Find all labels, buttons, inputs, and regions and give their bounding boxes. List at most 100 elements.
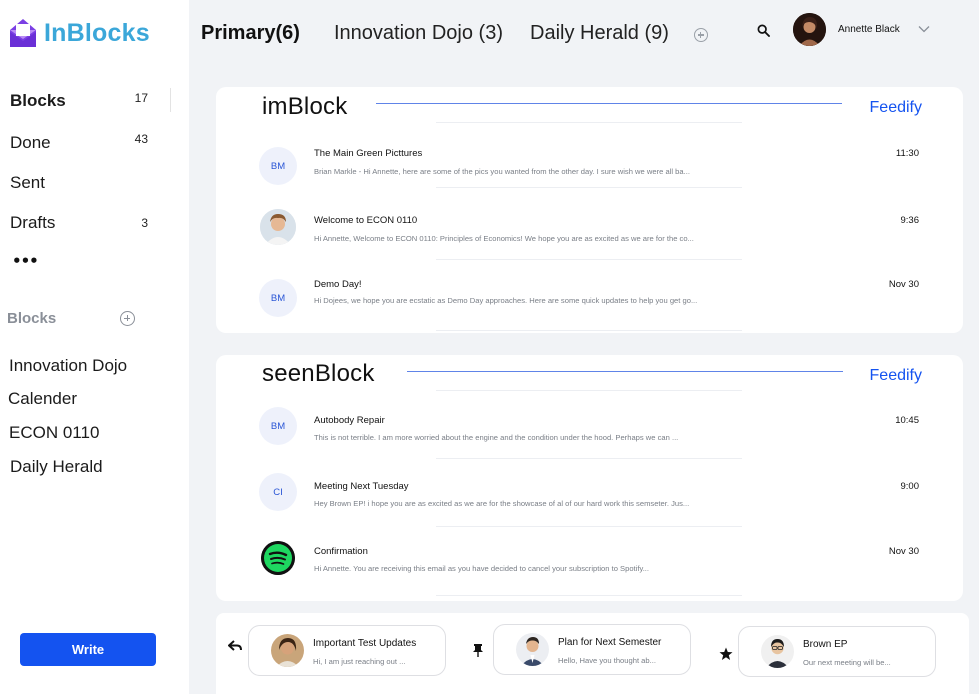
block-card-imblock: imBlock Feedify BM The Main Green Picttu… [216,87,963,333]
tab-daily-herald[interactable]: Daily Herald (9) [530,22,669,45]
sender-avatar: BM [259,407,297,445]
sender-avatar: CI [259,473,297,511]
email-subject: Autobody Repair [314,415,385,426]
email-time: Nov 30 [888,546,919,557]
nav-label: Done [10,133,51,152]
block-link-innovation-dojo[interactable]: Innovation Dojo [9,356,127,376]
row-separator [436,259,742,260]
block-link-econ[interactable]: ECON 0110 [9,423,99,443]
man-portrait-icon [761,635,794,668]
block-title: imBlock [262,93,348,120]
email-preview: Brian Markle - Hi Annette, here are some… [314,167,690,176]
pinned-avatar [761,635,794,668]
email-preview: Hey Brown EP! i hope you are as excited … [314,499,690,508]
more-menu-button[interactable]: ••• [12,252,39,270]
row-separator [436,330,742,331]
tab-innovation-dojo[interactable]: Innovation Dojo (3) [334,22,503,45]
pinned-preview: Our next meeting will be... [803,658,891,667]
blocks-section-header: Blocks [7,310,57,327]
email-time: 11:30 [895,148,919,159]
email-row[interactable]: Welcome to ECON 0110 Hi Annette, Welcome… [216,208,963,258]
email-subject: Welcome to ECON 0110 [314,215,418,226]
pinned-item[interactable]: Brown EP Our next meeting will be... [738,626,936,677]
email-row[interactable]: CI Meeting Next Tuesday Hey Brown EP! i … [216,473,963,523]
pinned-title: Important Test Updates [313,638,417,649]
block-card-seenblock: seenBlock Feedify BM Autobody Repair Thi… [216,355,963,601]
nav-blocks[interactable]: Blocks 17 [10,91,170,111]
app-logo[interactable]: InBlocks [8,16,150,50]
nav-count: 3 [141,216,148,230]
sender-avatar-spotify [261,541,295,575]
row-separator [436,595,742,596]
nav-count: 43 [134,132,148,146]
row-separator [436,390,742,391]
block-link-daily-herald[interactable]: Daily Herald [10,457,103,477]
spotify-icon [261,541,295,575]
tab-primary[interactable]: Primary(6) [201,22,300,45]
add-block-icon[interactable] [120,311,135,326]
man-portrait-icon [260,209,296,245]
email-time: 10:45 [895,415,919,426]
chevron-down-icon[interactable] [918,24,930,34]
block-link-calender[interactable]: Calender [8,389,77,409]
email-row[interactable]: Confirmation Hi Annette. You are receivi… [216,540,963,590]
title-rule [376,103,842,104]
email-time: 9:00 [900,481,920,492]
add-tab-icon[interactable] [694,28,708,42]
user-name: Annette Black [838,24,900,35]
nav-divider [170,88,171,112]
app-name: InBlocks [44,18,150,47]
nav-label: Drafts [10,213,56,232]
email-preview: This is not terrible. I am more worried … [314,433,679,442]
sender-avatar: BM [259,147,297,185]
write-button[interactable]: Write [20,633,156,666]
pinned-title: Brown EP [803,639,848,650]
pinned-avatar [271,634,304,667]
email-preview: Hi Dojees, we hope you are ecstatic as D… [314,296,698,305]
sender-avatar: BM [259,279,297,317]
pin-icon[interactable] [471,643,485,657]
user-avatar[interactable] [793,13,826,46]
sidebar: InBlocks Blocks 17 Done 43 Sent Drafts 3… [0,0,189,694]
nav-drafts[interactable]: Drafts 3 [10,213,170,233]
pinned-strip: Important Test Updates Hi, I am just rea… [216,613,969,694]
email-row[interactable]: BM Autobody Repair This is not terrible.… [216,407,963,457]
man-portrait-icon [516,633,549,666]
email-row[interactable]: BM The Main Green Picttures Brian Markle… [216,147,963,197]
pinned-preview: Hi, I am just reaching out ... [313,657,406,666]
email-subject: Demo Day! [314,279,362,290]
email-subject: Meeting Next Tuesday [314,481,409,492]
email-time: Nov 30 [888,279,919,290]
pinned-item[interactable]: Plan for Next Semester Hello, Have you t… [493,624,691,675]
block-title: seenBlock [262,360,375,387]
woman-portrait-icon [271,634,304,667]
nav-count: 17 [134,91,148,105]
email-preview: Hi Annette, Welcome to ECON 0110: Princi… [314,234,694,243]
title-rule [407,371,843,372]
star-icon[interactable] [719,647,733,661]
email-preview: Hi Annette. You are receiving this email… [314,564,650,573]
feedify-button[interactable]: Feedify [870,99,922,117]
feedify-button[interactable]: Feedify [870,367,922,385]
pinned-preview: Hello, Have you thought ab... [558,656,656,665]
email-subject: The Main Green Picttures [314,148,423,159]
row-separator [436,187,742,188]
email-subject: Confirmation [314,546,368,557]
nav-done[interactable]: Done 43 [10,132,170,153]
pinned-avatar [516,633,549,666]
nav-label: Sent [10,173,45,192]
reply-icon[interactable] [228,639,242,653]
row-separator [436,458,742,459]
user-avatar-image [793,13,826,46]
search-icon[interactable] [757,24,770,37]
nav-sent[interactable]: Sent [10,173,170,193]
email-time: 9:36 [900,215,920,226]
pinned-item[interactable]: Important Test Updates Hi, I am just rea… [248,625,446,676]
sender-avatar-photo [260,209,296,245]
pinned-title: Plan for Next Semester [558,637,662,648]
email-row[interactable]: BM Demo Day! Hi Dojees, we hope you are … [216,279,963,329]
nav-label: Blocks [10,91,66,110]
row-separator [436,122,742,123]
inblocks-logo-icon [10,19,36,47]
row-separator [436,526,742,527]
